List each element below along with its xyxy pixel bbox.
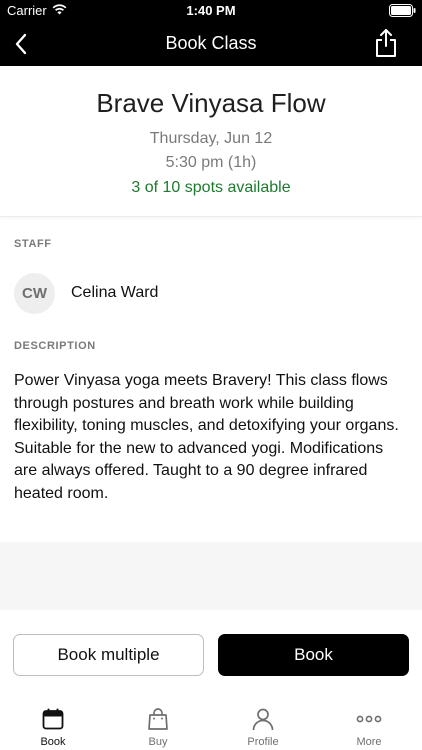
tab-more-label: More [356,736,382,748]
avatar: CW [14,272,55,314]
book-button[interactable]: Book [218,634,409,676]
page-title: Book Class [165,33,257,53]
spots-available: 3 of 10 spots available [131,179,291,196]
class-header: Brave Vinyasa Flow Thursday, Jun 12 5:30… [0,66,422,217]
class-description: Power Vinyasa yoga meets Bravery! This c… [14,372,399,502]
book-multiple-button[interactable]: Book multiple [13,634,204,676]
staff-row[interactable]: CW Celina Ward [14,272,158,314]
battery-icon [389,4,416,20]
tab-book[interactable]: Book [11,696,95,750]
class-date: Thursday, Jun 12 [149,130,273,147]
share-icon [376,29,396,57]
action-bar: Book multiple Book [0,610,422,696]
class-time: 5:30 pm (1h) [165,154,257,171]
tab-more[interactable]: More [327,696,411,750]
tab-bar: Book Buy Profile More [0,696,422,750]
staff-name: Celina Ward [71,284,159,301]
staff-section-label: STAFF [14,238,52,250]
person-icon [250,706,276,732]
tab-profile-label: Profile [247,736,279,748]
nav-bar: Book Class [0,22,422,66]
divider-band [0,542,422,610]
status-bar: Carrier 1:40 PM [0,0,422,22]
status-time: 1:40 PM [186,3,236,18]
class-name: Brave Vinyasa Flow [96,88,326,118]
description-section-label: DESCRIPTION [14,340,96,352]
tab-buy-label: Buy [148,736,168,748]
tab-book-label: Book [40,736,66,748]
shopping-bag-icon [145,706,171,732]
ellipsis-icon [356,706,382,732]
tab-profile[interactable]: Profile [221,696,305,750]
share-button[interactable] [372,27,400,59]
tab-buy[interactable]: Buy [116,696,200,750]
calendar-icon [40,706,66,732]
